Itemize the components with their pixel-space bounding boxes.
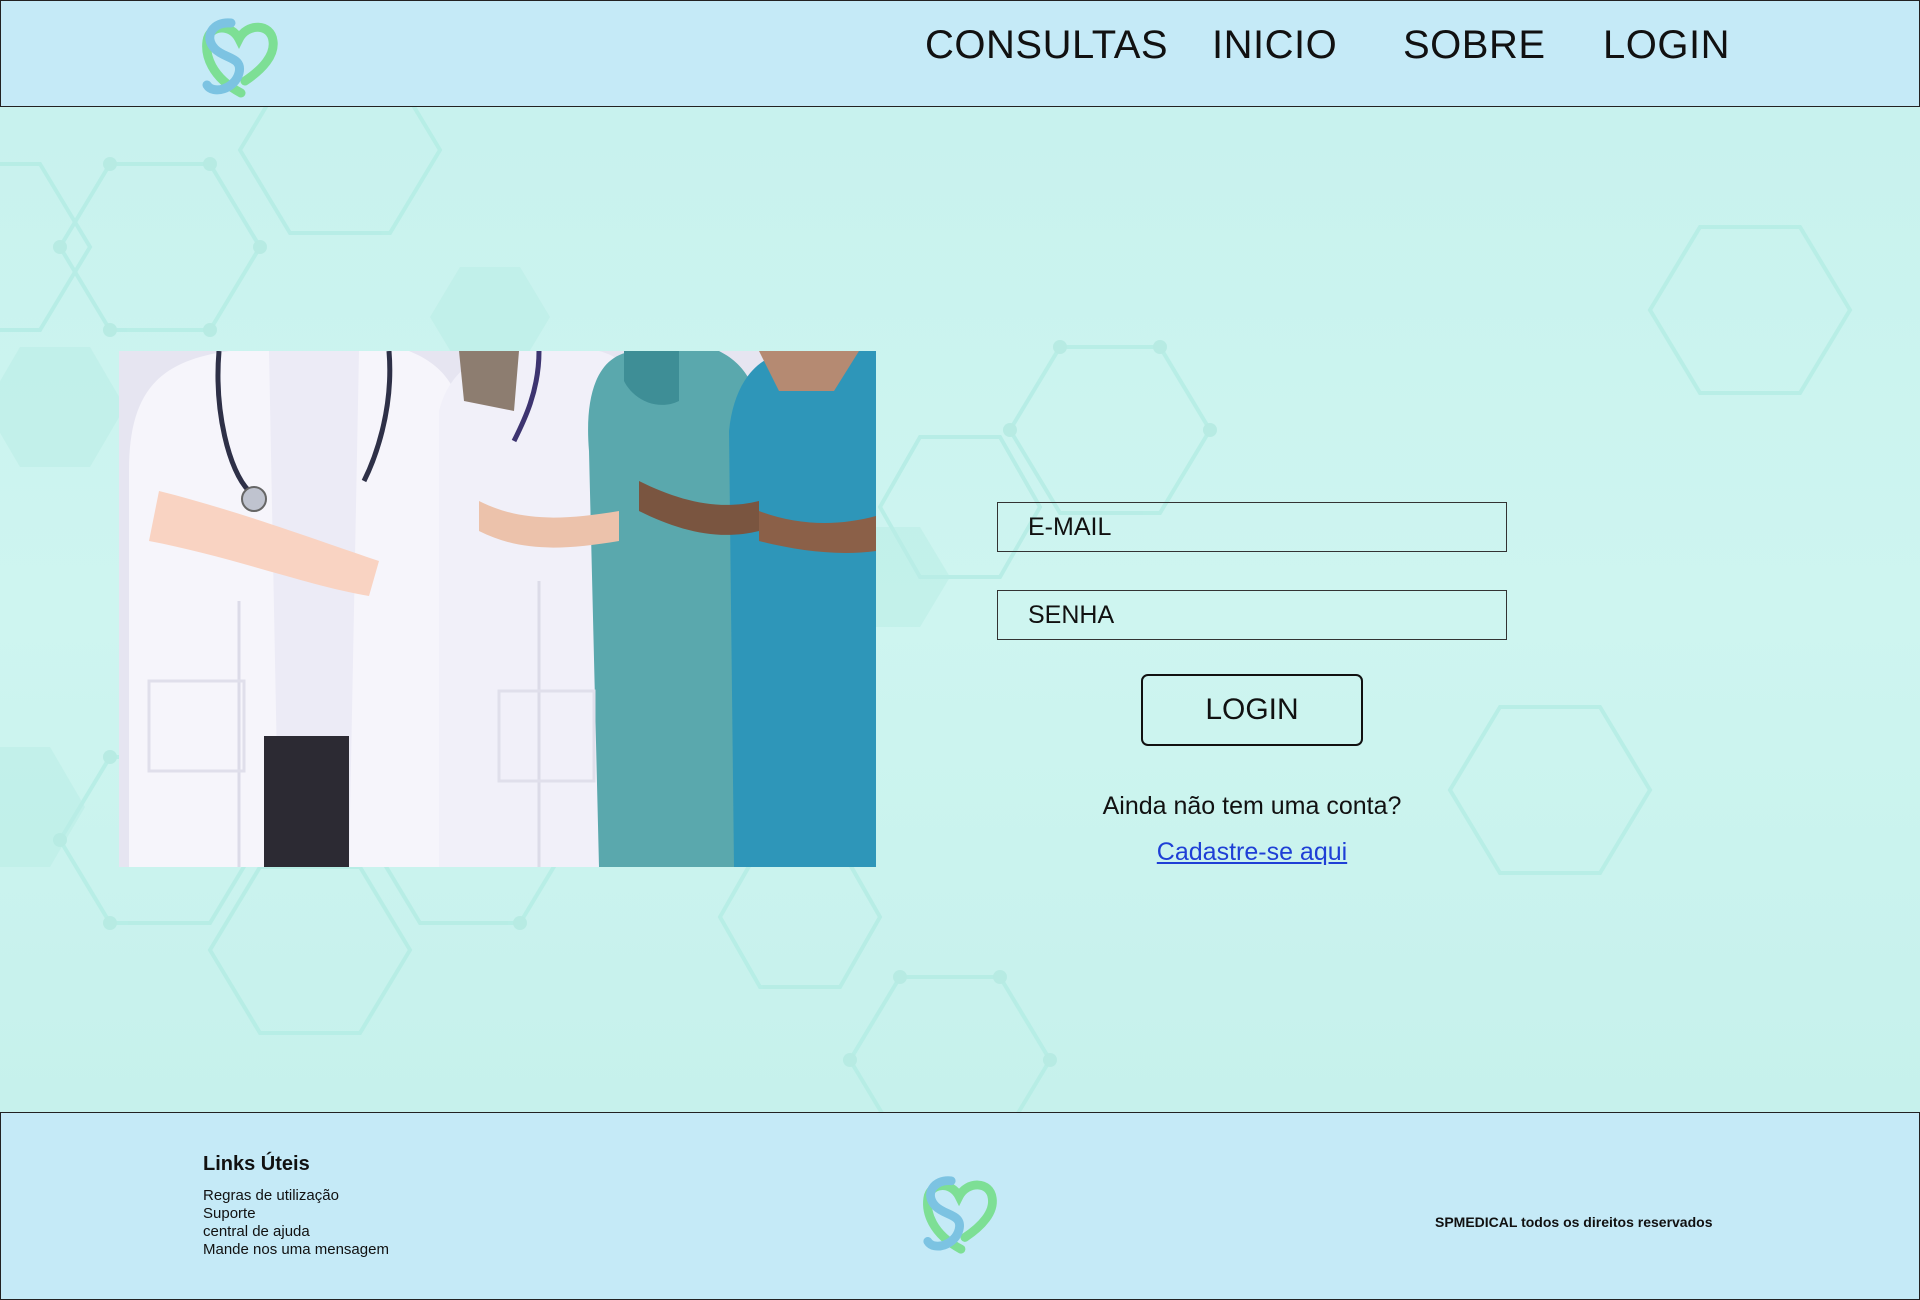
no-account-text: Ainda não tem uma conta?: [1102, 792, 1402, 820]
footer-title: Links Úteis: [203, 1153, 310, 1175]
footer-link-central-ajuda[interactable]: central de ajuda: [203, 1223, 389, 1241]
signup-link[interactable]: Cadastre-se aqui: [997, 838, 1507, 867]
footer-link-suporte[interactable]: Suporte: [203, 1205, 389, 1223]
nav-inicio[interactable]: INICIO: [1212, 23, 1337, 68]
copyright-text: SPMEDICAL todos os direitos reservados: [1435, 1214, 1713, 1230]
password-field[interactable]: [997, 590, 1507, 640]
page: CONSULTAS INICIO SOBRE LOGIN E-MAIL LOGI…: [0, 0, 1920, 1300]
medical-team-photo: [119, 351, 876, 867]
heart-logo-icon: [923, 1176, 997, 1254]
nav-login[interactable]: LOGIN: [1603, 23, 1730, 68]
login-button[interactable]: LOGIN: [1141, 674, 1363, 746]
site-footer: Links Úteis Regras de utilização Suporte…: [0, 1112, 1920, 1300]
nav-sobre[interactable]: SOBRE: [1403, 23, 1546, 68]
footer-link-mensagem[interactable]: Mande nos uma mensagem: [203, 1241, 389, 1259]
footer-link-regras[interactable]: Regras de utilização: [203, 1187, 389, 1205]
email-field[interactable]: [997, 502, 1507, 552]
heart-logo-icon[interactable]: [201, 15, 281, 101]
site-header: CONSULTAS INICIO SOBRE LOGIN: [0, 0, 1920, 107]
nav-consultas[interactable]: CONSULTAS: [925, 23, 1168, 68]
footer-links: Regras de utilização Suporte central de …: [203, 1187, 389, 1259]
main-content: LOGIN Ainda não tem uma conta? Cadastre-…: [0, 107, 1920, 1112]
